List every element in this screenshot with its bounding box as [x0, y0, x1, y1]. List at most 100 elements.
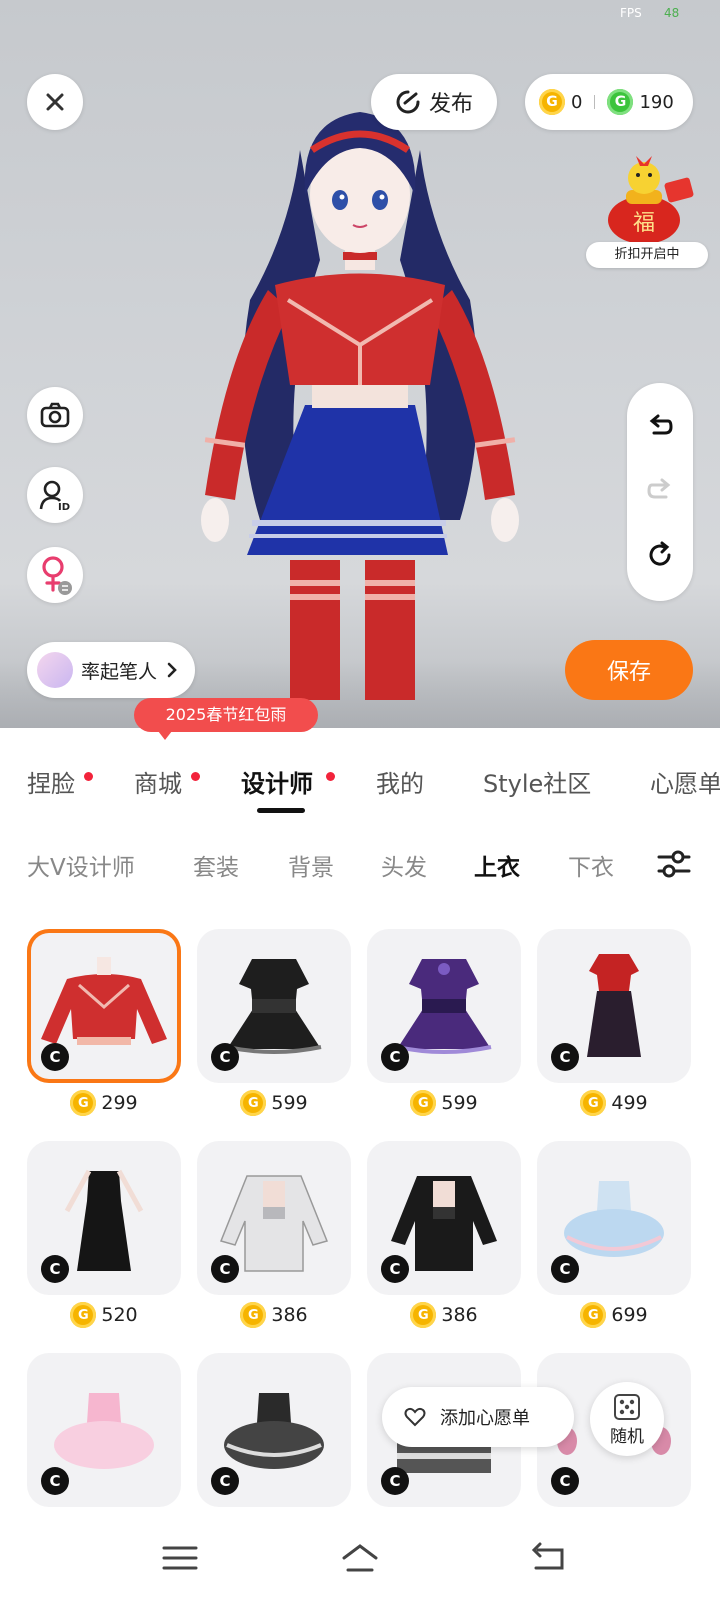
creator-badge-icon: C	[211, 1255, 239, 1283]
avatar-stage[interactable]: FPS 48 发布 G 0 G 190 福 折扣开启中 ID 率起笔人 保存	[0, 0, 720, 728]
green-coin-icon: G	[607, 89, 634, 115]
item-price-value: 599	[271, 1092, 308, 1114]
item-card[interactable]: C	[537, 929, 691, 1083]
item-card[interactable]: C	[367, 929, 521, 1083]
camera-button[interactable]	[27, 387, 83, 443]
subtab-top[interactable]: 上衣	[474, 848, 520, 882]
svg-text:ID: ID	[58, 502, 70, 512]
gold-coin-icon: G	[539, 89, 565, 115]
close-button[interactable]	[27, 74, 83, 130]
item-price-value: 520	[101, 1304, 138, 1326]
gold-coin-count: 0	[571, 91, 583, 113]
system-navbar	[0, 1518, 720, 1600]
filter-icon[interactable]	[656, 846, 692, 882]
item-price-value: 499	[611, 1092, 648, 1114]
currency-divider	[594, 95, 596, 109]
item-card[interactable]: C	[27, 1353, 181, 1507]
currency-balance[interactable]: G 0 G 190	[525, 74, 693, 130]
random-label: 随机	[610, 1426, 644, 1447]
item-card[interactable]: C	[197, 1141, 351, 1295]
event-tag[interactable]: 2025春节红包雨	[134, 698, 318, 740]
category-tabs: 大V设计师 套装 背景 头发 上衣 下衣	[0, 840, 720, 900]
save-button[interactable]: 保存	[565, 640, 693, 700]
creator-badge-icon: C	[41, 1043, 69, 1071]
random-button[interactable]: 随机	[590, 1382, 664, 1456]
item-card[interactable]: C	[537, 1141, 691, 1295]
creator-badge-icon: C	[41, 1467, 69, 1495]
fps-value: 48	[664, 6, 680, 20]
home-icon[interactable]	[340, 1540, 380, 1576]
add-wishlist-label: 添加心愿单	[440, 1408, 530, 1429]
gold-coin-icon: G	[410, 1090, 437, 1116]
heart-icon	[404, 1407, 426, 1427]
tab-mine[interactable]: 我的	[376, 764, 424, 799]
gender-switch-button[interactable]	[27, 547, 83, 603]
item-price: G 386	[367, 1300, 521, 1330]
item-card[interactable]: C	[197, 929, 351, 1083]
publish-label: 发布	[428, 92, 473, 117]
tab-wishlist[interactable]: 心愿单	[650, 764, 720, 799]
main-tabs: 捏脸 商城 设计师 我的 Style社区 心愿单	[0, 728, 720, 818]
gold-coin-icon: G	[410, 1302, 437, 1328]
avatar-id-button[interactable]: ID	[27, 467, 83, 523]
active-tab-indicator	[257, 808, 305, 813]
item-price-value: 699	[611, 1304, 648, 1326]
tab-style-community[interactable]: Style社区	[483, 764, 591, 799]
item-price: G 699	[537, 1300, 691, 1330]
item-card[interactable]: C	[27, 1141, 181, 1295]
item-price: G 299	[27, 1088, 181, 1118]
lucky-bag-icon: 福	[608, 156, 694, 244]
publish-icon	[396, 90, 420, 114]
subtab-top-designer[interactable]: 大V设计师	[27, 848, 135, 882]
gold-coin-icon: G	[240, 1090, 267, 1116]
subtab-bottom[interactable]: 下衣	[568, 848, 614, 882]
chevron-right-icon	[167, 662, 177, 678]
redo-button[interactable]	[627, 471, 693, 511]
green-coin-count: 190	[639, 91, 674, 113]
tab-designer[interactable]: 设计师	[241, 764, 313, 799]
item-card[interactable]: C	[27, 929, 181, 1083]
camera-icon	[40, 402, 70, 428]
user-id-icon: ID	[39, 480, 70, 512]
menu-icon[interactable]	[160, 1540, 200, 1576]
creator-badge-icon: C	[551, 1467, 579, 1495]
add-wishlist-button[interactable]: 添加心愿单	[382, 1387, 574, 1447]
tab-mall[interactable]: 商城	[134, 764, 182, 799]
close-icon	[46, 93, 64, 111]
tab-face-dot	[84, 772, 93, 781]
discount-promo[interactable]: 福 折扣开启中	[586, 150, 710, 274]
item-price: G 386	[197, 1300, 351, 1330]
promo-fu-glyph: 福	[633, 211, 655, 236]
item-card[interactable]: C	[367, 1141, 521, 1295]
creator-badge-icon: C	[381, 1467, 409, 1495]
designer-avatar	[37, 652, 73, 688]
item-price: G 520	[27, 1300, 181, 1330]
gold-coin-icon: G	[70, 1090, 97, 1116]
gold-coin-icon: G	[580, 1090, 607, 1116]
creator-badge-icon: C	[551, 1043, 579, 1071]
item-card[interactable]: C	[197, 1353, 351, 1507]
back-icon[interactable]	[528, 1540, 568, 1576]
reset-icon	[649, 541, 671, 566]
subtab-background[interactable]: 背景	[288, 848, 334, 882]
subtab-outfit[interactable]: 套装	[193, 848, 239, 882]
gold-coin-icon: G	[240, 1302, 267, 1328]
history-toolbar	[627, 383, 693, 601]
creator-badge-icon: C	[551, 1255, 579, 1283]
fps-label: FPS	[620, 6, 642, 20]
item-price-value: 386	[271, 1304, 308, 1326]
tab-face[interactable]: 捏脸	[27, 764, 75, 799]
item-price-value: 386	[441, 1304, 478, 1326]
undo-button[interactable]	[627, 407, 693, 447]
publish-button[interactable]: 发布	[371, 74, 497, 130]
creator-badge-icon: C	[211, 1467, 239, 1495]
reset-button[interactable]	[627, 535, 693, 575]
creator-badge-icon: C	[41, 1255, 69, 1283]
designer-chip[interactable]: 率起笔人	[27, 642, 195, 698]
creator-badge-icon: C	[211, 1043, 239, 1071]
subtab-hair[interactable]: 头发	[381, 848, 427, 882]
female-icon	[42, 556, 72, 595]
creator-badge-icon: C	[381, 1255, 409, 1283]
gold-coin-icon: G	[580, 1302, 607, 1328]
item-price: G 599	[367, 1088, 521, 1118]
